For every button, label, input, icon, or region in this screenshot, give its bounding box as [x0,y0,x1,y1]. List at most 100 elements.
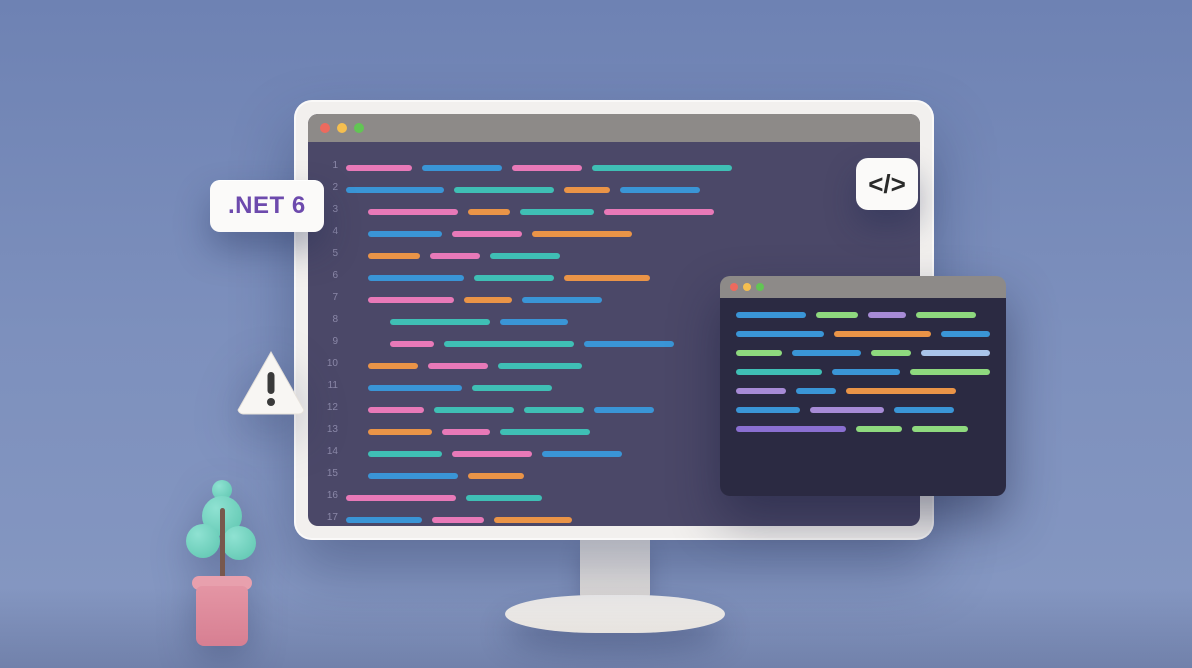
secondary-code-lines [720,298,1006,496]
code-token [368,253,420,259]
code-line [736,407,990,413]
line-number: 1 [308,155,338,177]
code-token [532,231,632,237]
code-token [442,429,490,435]
code-token [520,209,594,215]
code-token [452,231,522,237]
code-token [792,350,861,356]
code-line [346,179,906,201]
code-token [816,312,858,318]
code-token [464,297,512,303]
code-token [832,369,900,375]
code-token [454,187,554,193]
code-token [368,407,424,413]
code-token [346,187,444,193]
line-number: 15 [308,463,338,485]
code-token [494,517,572,523]
warning-icon [234,350,308,416]
code-line [736,312,990,318]
line-number: 12 [308,397,338,419]
code-token [916,312,976,318]
code-token [430,253,480,259]
line-number: 17 [308,507,338,526]
code-token [564,275,650,281]
code-token [368,473,458,479]
code-token [498,363,582,369]
code-token [594,407,654,413]
monitor-stand-neck [580,540,650,600]
code-token [368,275,464,281]
monitor-stand-base [505,595,725,633]
code-token [736,350,782,356]
code-token [856,426,902,432]
code-icon: </> [868,169,906,200]
code-token [368,231,442,237]
code-token [444,341,574,347]
code-token [736,407,800,413]
code-line [736,331,990,337]
line-number: 13 [308,419,338,441]
code-token [736,426,846,432]
code-token [490,253,560,259]
code-line [346,223,906,245]
line-number: 14 [308,441,338,463]
line-number: 16 [308,485,338,507]
code-token [390,341,434,347]
code-line [346,245,906,267]
secondary-editor-titlebar [720,276,1006,298]
line-number: 10 [308,353,338,375]
code-line [736,426,990,432]
code-token [834,331,932,337]
code-token [894,407,954,413]
code-token [468,209,510,215]
code-token [390,319,490,325]
code-token [368,451,442,457]
line-number: 8 [308,309,338,331]
code-token [868,312,906,318]
code-line [346,201,906,223]
code-token [604,209,714,215]
main-editor-titlebar [308,114,920,142]
code-token [466,495,542,501]
code-token [736,369,822,375]
code-token [810,407,884,413]
dotnet-badge-label: .NET 6 [228,192,306,219]
code-icon-badge: </> [856,158,918,210]
code-token [522,297,602,303]
code-token [512,165,582,171]
code-token [368,429,432,435]
code-token [736,388,786,394]
code-token [910,369,990,375]
code-token [452,451,532,457]
code-token [368,209,458,215]
traffic-light-minimize-icon [743,283,751,291]
code-token [472,385,552,391]
code-token [564,187,610,193]
traffic-light-close-icon [320,123,330,133]
code-token [846,388,956,394]
line-number: 7 [308,287,338,309]
code-token [422,165,502,171]
code-token [542,451,622,457]
code-line [736,388,990,394]
code-line [346,509,906,526]
dotnet-badge: .NET 6 [210,180,324,232]
plant-decoration [182,456,262,646]
code-token [871,350,911,356]
code-line [736,369,990,375]
traffic-light-close-icon [730,283,738,291]
code-token [736,312,806,318]
line-number: 11 [308,375,338,397]
code-token [736,331,824,337]
code-token [921,350,990,356]
code-token [584,341,674,347]
code-token [368,385,462,391]
traffic-light-minimize-icon [337,123,347,133]
code-token [346,495,456,501]
code-line [736,350,990,356]
code-token [524,407,584,413]
code-token [500,429,590,435]
code-token [620,187,700,193]
line-number: 6 [308,265,338,287]
code-token [434,407,514,413]
